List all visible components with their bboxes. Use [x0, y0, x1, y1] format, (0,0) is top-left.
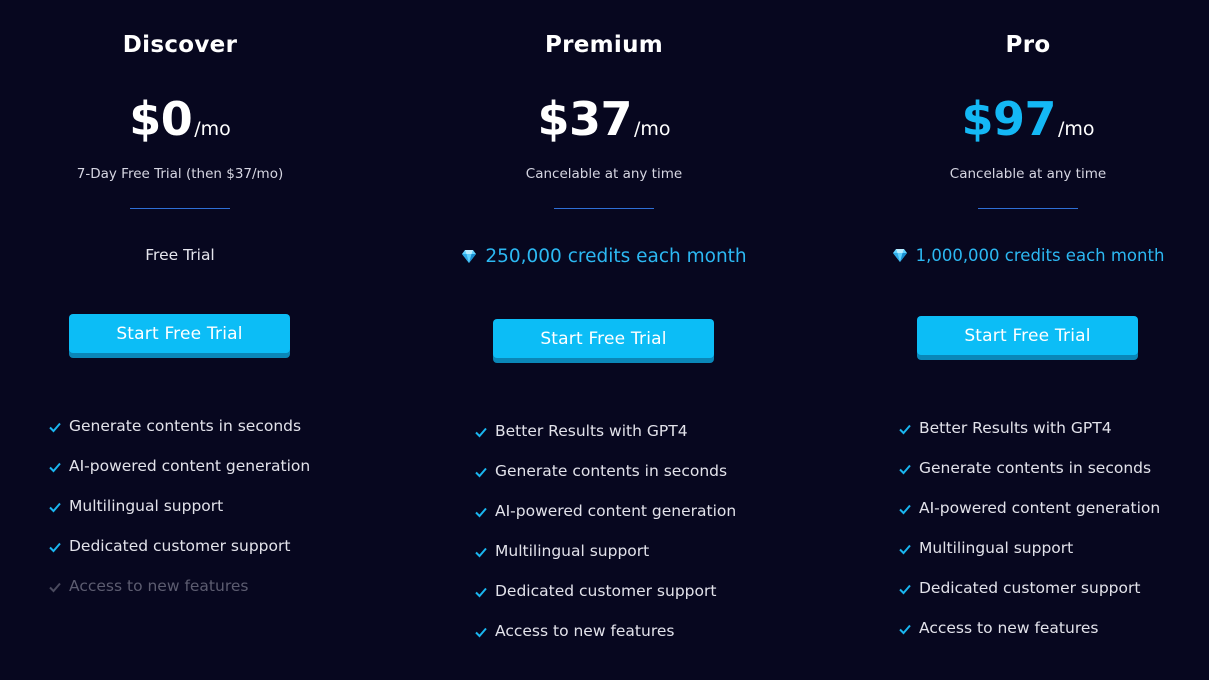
gem-icon — [892, 249, 907, 262]
check-icon — [49, 542, 61, 553]
start-free-trial-button[interactable]: Start Free Trial — [493, 319, 714, 358]
feature-item: AI-powered content generation — [48, 457, 310, 497]
feature-item: Dedicated customer support — [48, 537, 310, 577]
plan-name: Pro — [1005, 32, 1051, 58]
feature-list: Better Results with GPT4 Generate conten… — [474, 422, 736, 662]
feature-label: Multilingual support — [495, 542, 650, 560]
feature-label: Generate contents in seconds — [495, 462, 728, 480]
check-icon — [475, 427, 487, 438]
check-icon — [899, 624, 911, 635]
credits-label: 250,000 credits each month — [424, 246, 784, 267]
feature-label: Multilingual support — [919, 539, 1074, 557]
price: $37/mo — [424, 92, 784, 146]
pricing-page: Discover $0/mo 7-Day Free Trial (then $3… — [0, 0, 1209, 680]
divider — [978, 208, 1078, 209]
price: $0/mo — [0, 92, 360, 146]
check-icon — [49, 422, 61, 433]
feature-label: Better Results with GPT4 — [495, 422, 688, 440]
plan-card-discover: Discover $0/mo 7-Day Free Trial (then $3… — [0, 0, 360, 680]
feature-item: Multilingual support — [48, 497, 310, 537]
check-icon — [49, 462, 61, 473]
price-period: /mo — [194, 118, 231, 140]
feature-label: AI-powered content generation — [495, 502, 737, 520]
gem-icon — [462, 250, 477, 263]
plan-card-pro: Pro $97/mo Cancelable at any time 1,000,… — [848, 0, 1208, 680]
feature-item: Dedicated customer support — [898, 579, 1160, 619]
check-icon — [475, 587, 487, 598]
feature-label: Generate contents in seconds — [919, 459, 1152, 477]
credits-label: 1,000,000 credits each month — [848, 246, 1208, 265]
feature-list: Better Results with GPT4 Generate conten… — [898, 419, 1160, 659]
feature-item: Better Results with GPT4 — [898, 419, 1160, 459]
price-amount: $37 — [537, 92, 632, 146]
check-icon — [475, 507, 487, 518]
feature-item: Multilingual support — [474, 542, 736, 582]
check-icon — [899, 464, 911, 475]
price-period: /mo — [1057, 118, 1095, 140]
feature-label: Multilingual support — [69, 497, 224, 515]
feature-label: Generate contents in seconds — [69, 417, 302, 435]
feature-item: Generate contents in seconds — [48, 417, 310, 457]
start-free-trial-button[interactable]: Start Free Trial — [69, 314, 290, 353]
feature-item: Generate contents in seconds — [474, 462, 736, 502]
feature-item: Generate contents in seconds — [898, 459, 1160, 499]
plan-name: Discover — [122, 32, 238, 58]
feature-label: Dedicated customer support — [69, 537, 291, 555]
feature-list: Generate contents in seconds AI-powered … — [48, 417, 310, 617]
price-amount: $0 — [129, 92, 193, 146]
feature-label: AI-powered content generation — [69, 457, 311, 475]
price-note: 7-Day Free Trial (then $37/mo) — [76, 166, 284, 182]
check-icon — [899, 584, 911, 595]
plan-card-premium: Premium $37/mo Cancelable at any time 25… — [424, 0, 784, 680]
feature-label: Better Results with GPT4 — [919, 419, 1112, 437]
feature-item: Access to new features — [474, 622, 736, 662]
credits-text: 1,000,000 credits each month — [915, 246, 1165, 265]
price: $97/mo — [848, 92, 1208, 146]
price-note: Cancelable at any time — [949, 166, 1107, 182]
check-icon — [475, 547, 487, 558]
check-icon — [475, 467, 487, 478]
check-icon — [899, 504, 911, 515]
feature-item-disabled: Access to new features — [48, 577, 310, 617]
feature-item: Better Results with GPT4 — [474, 422, 736, 462]
credits-label: Free Trial — [145, 246, 215, 264]
feature-label: Dedicated customer support — [495, 582, 717, 600]
plan-name: Premium — [544, 32, 664, 58]
check-icon — [49, 582, 61, 593]
divider — [554, 208, 654, 209]
start-free-trial-button[interactable]: Start Free Trial — [917, 316, 1138, 355]
feature-item: Multilingual support — [898, 539, 1160, 579]
feature-item: Dedicated customer support — [474, 582, 736, 622]
check-icon — [49, 502, 61, 513]
feature-label: Access to new features — [69, 577, 249, 595]
price-note: Cancelable at any time — [525, 166, 683, 182]
price-amount: $97 — [961, 92, 1056, 146]
feature-label: AI-powered content generation — [919, 499, 1161, 517]
check-icon — [475, 627, 487, 638]
feature-item: Access to new features — [898, 619, 1160, 659]
divider — [130, 208, 230, 209]
check-icon — [899, 424, 911, 435]
price-period: /mo — [633, 118, 671, 140]
feature-item: AI-powered content generation — [898, 499, 1160, 539]
credits-text: 250,000 credits each month — [485, 246, 747, 267]
feature-label: Access to new features — [919, 619, 1099, 637]
feature-label: Dedicated customer support — [919, 579, 1141, 597]
feature-label: Access to new features — [495, 622, 675, 640]
check-icon — [899, 544, 911, 555]
feature-item: AI-powered content generation — [474, 502, 736, 542]
